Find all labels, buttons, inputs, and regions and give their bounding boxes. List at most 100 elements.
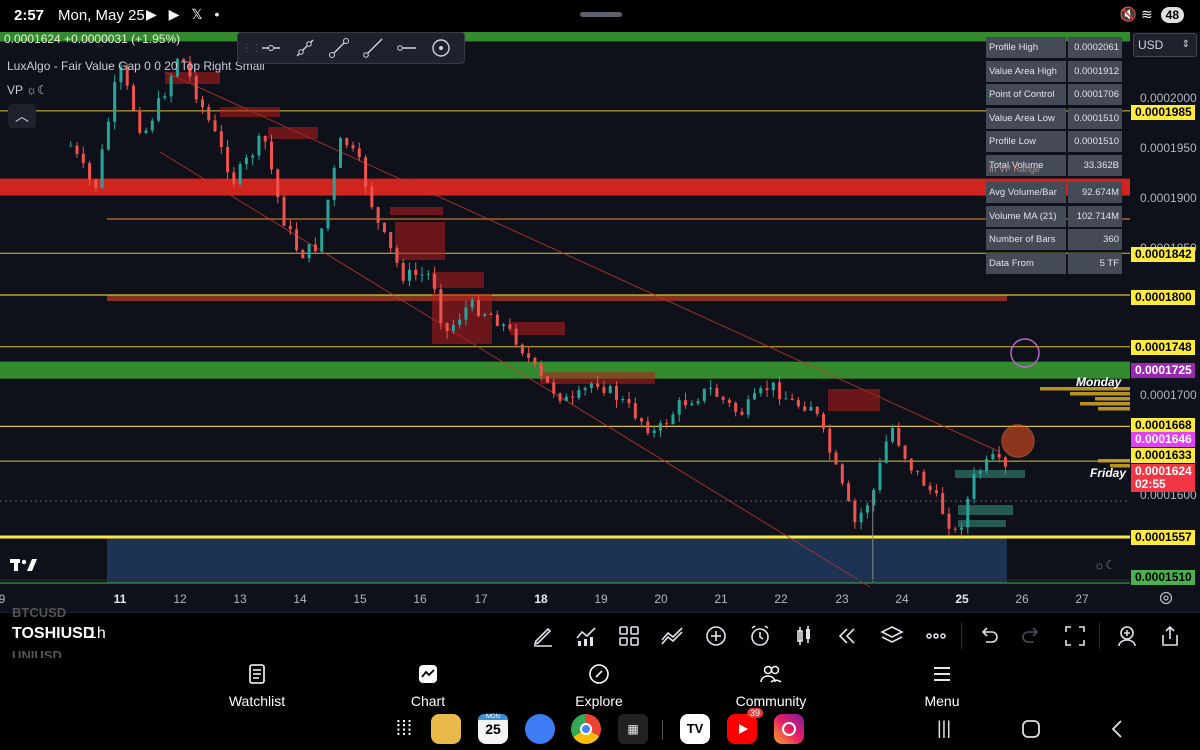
calendar-app-icon[interactable]: MON 25 xyxy=(478,714,508,744)
stat-row: Volume MA (21) 102.714M xyxy=(986,205,1122,227)
drag-grip-icon[interactable]: ⋮⋮ xyxy=(242,43,262,54)
candle-body xyxy=(941,493,945,514)
tradingview-logo-icon xyxy=(10,557,38,578)
candle-body xyxy=(589,383,593,388)
legend-volume-profile[interactable]: VP ☼☾ xyxy=(7,83,48,97)
horizontal-ray-icon[interactable] xyxy=(254,33,288,63)
time-tick: 27 xyxy=(1075,592,1089,606)
time-tick: 17 xyxy=(474,592,488,606)
add-circle-icon[interactable] xyxy=(704,624,728,648)
fullscreen-icon[interactable] xyxy=(1063,624,1087,648)
candle-body xyxy=(276,169,280,198)
candle-body xyxy=(307,244,311,259)
pull-handle[interactable] xyxy=(580,12,622,17)
messages-app-icon[interactable] xyxy=(525,714,555,744)
symbol-name[interactable]: TOSHIUSD xyxy=(12,625,94,643)
files-app-icon[interactable] xyxy=(431,714,461,744)
interval-selector[interactable]: 1h xyxy=(88,625,106,643)
candle-body xyxy=(847,483,851,501)
pen-drawing-icon[interactable] xyxy=(531,624,555,648)
stat-row: Avg Volume/Bar 92.674M xyxy=(986,182,1122,203)
nav-watchlist[interactable]: Watchlist xyxy=(197,662,317,709)
collapse-legend-button[interactable]: ︿ xyxy=(8,104,36,128)
chrome-app-icon[interactable] xyxy=(571,714,601,744)
layouts-grid-icon[interactable] xyxy=(617,624,641,648)
mute-icon: 🔇 xyxy=(1119,6,1138,22)
candle-body xyxy=(433,273,437,290)
stat-row: Point of Control 0.0001706 xyxy=(986,84,1122,105)
currency-select[interactable]: USD ⇕ xyxy=(1133,33,1197,57)
candle-body xyxy=(470,300,474,308)
nav-menu[interactable]: Menu xyxy=(882,662,1002,709)
candle-body xyxy=(157,98,161,121)
nav-community[interactable]: Community xyxy=(711,662,831,709)
alarm-clock-icon[interactable] xyxy=(748,624,772,648)
candle-body xyxy=(376,207,380,223)
time-tick: 9 xyxy=(0,592,6,606)
candle-body xyxy=(88,163,92,180)
sessions-icon[interactable]: ☼☾ xyxy=(1094,558,1116,572)
candle-body xyxy=(533,357,537,364)
candlestick-type-icon[interactable] xyxy=(792,624,816,648)
home-icon[interactable] xyxy=(1019,718,1043,740)
candle-body xyxy=(734,402,738,412)
candle-body xyxy=(320,228,324,252)
candle-body xyxy=(890,427,894,442)
fvg-box-9 xyxy=(828,389,880,411)
candle-body xyxy=(508,324,512,329)
youtube-app-icon[interactable]: 39 xyxy=(727,708,763,744)
nav-explore[interactable]: Explore xyxy=(539,662,659,709)
trendline-icon[interactable] xyxy=(288,33,322,63)
candle-body xyxy=(765,388,769,391)
price-tag: 02:55 xyxy=(1131,477,1195,492)
recent-apps-icon[interactable]: ||| xyxy=(932,718,956,740)
more-options-icon[interactable] xyxy=(924,624,948,648)
stat-label: Value Area Low xyxy=(986,107,1066,129)
indicators-icon[interactable] xyxy=(574,624,598,648)
candle-body xyxy=(709,387,713,389)
time-tick: 20 xyxy=(654,592,668,606)
app-drawer-icon[interactable]: ⁞⁞⁞ xyxy=(389,714,419,744)
undo-icon[interactable] xyxy=(976,624,1000,648)
candle-body xyxy=(972,473,976,499)
candle-body xyxy=(702,388,706,401)
candle-body xyxy=(495,314,499,326)
add-user-icon[interactable] xyxy=(1115,624,1139,648)
toolbar-divider xyxy=(1099,623,1100,649)
tradingview-app-icon[interactable]: TV xyxy=(680,714,710,744)
candle-body xyxy=(865,505,869,513)
share-icon[interactable] xyxy=(1158,624,1182,648)
nav-chart[interactable]: Chart xyxy=(368,662,488,709)
candle-body xyxy=(244,157,248,165)
chart-area[interactable]: 0.0001624 +0.0000031 (+1.95%) LuxAlgo - … xyxy=(0,32,1200,612)
settings-gear-icon[interactable] xyxy=(1158,590,1174,606)
candle-body xyxy=(426,273,430,275)
instagram-app-icon[interactable] xyxy=(774,714,804,744)
candle-body xyxy=(282,197,286,226)
redo-icon[interactable] xyxy=(1020,624,1044,648)
back-icon[interactable] xyxy=(1106,718,1130,740)
calendar-day: 25 xyxy=(485,721,501,737)
candle-body xyxy=(997,453,1001,458)
price-tag: 0.0001842 xyxy=(1131,247,1195,262)
vp-bar-4 xyxy=(1098,407,1130,411)
candle-body xyxy=(113,82,117,122)
candle-body xyxy=(169,76,173,97)
time-tick: 14 xyxy=(293,592,307,606)
candle-body xyxy=(451,324,455,331)
compare-icon[interactable] xyxy=(660,624,684,648)
apps-grid-icon[interactable]: ▦ xyxy=(618,714,648,744)
layers-icon[interactable] xyxy=(880,624,904,648)
horizontal-line-icon[interactable] xyxy=(390,33,424,63)
extended-line-icon[interactable] xyxy=(322,33,356,63)
vp-bar-3 xyxy=(1080,402,1130,406)
stat-value: 0.0001912 xyxy=(1068,60,1122,82)
candle-body xyxy=(916,470,920,472)
ray-icon[interactable] xyxy=(356,33,390,63)
replay-rewind-icon[interactable] xyxy=(835,624,859,648)
stat-label: Avg Volume/Bar xyxy=(986,182,1066,203)
circle-tool-icon[interactable] xyxy=(424,33,458,63)
prev-symbol[interactable]: BTCUSD xyxy=(12,605,66,620)
legend-indicator[interactable]: LuxAlgo - Fair Value Gap 0 0 20 Top Righ… xyxy=(7,59,265,73)
stat-row: Value Area Low 0.0001510 xyxy=(986,107,1122,129)
